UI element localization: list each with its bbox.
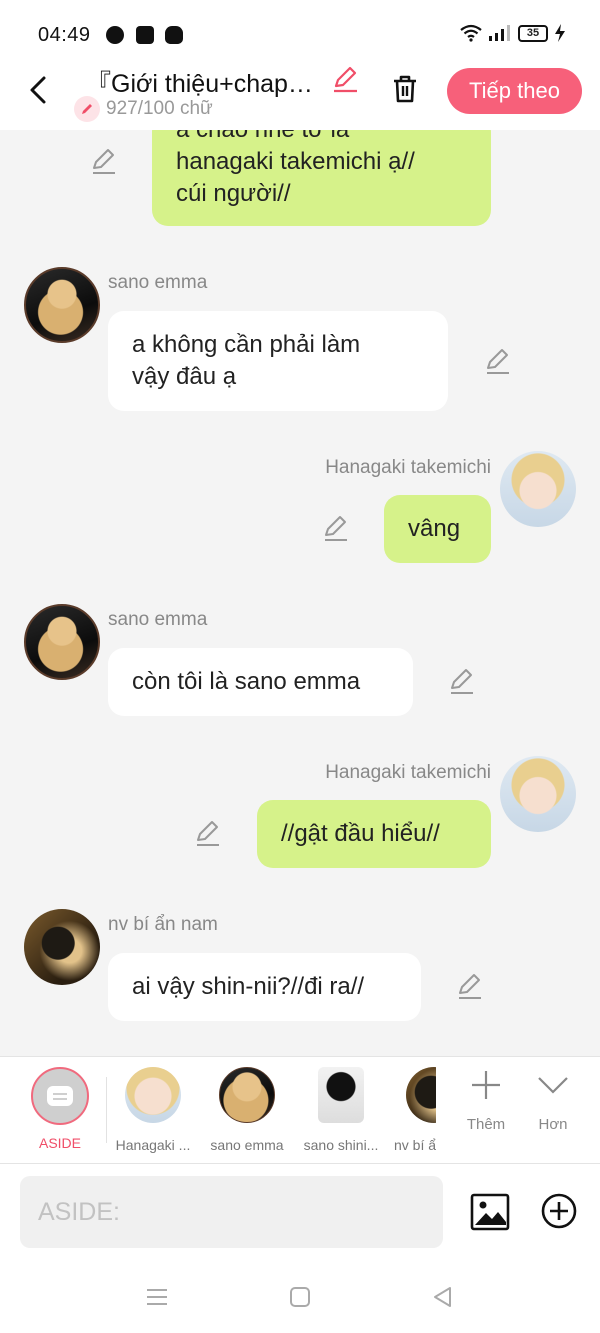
message-line: vâng [408, 515, 461, 542]
avatar-sano-emma[interactable] [24, 267, 100, 343]
divider [106, 1077, 107, 1143]
chevron-down-icon [538, 1077, 568, 1094]
signal-icon [489, 25, 510, 41]
add-circle-icon[interactable] [540, 1192, 578, 1230]
next-button[interactable]: Tiếp theo [447, 68, 582, 114]
avatar-sano-emma [219, 1067, 275, 1123]
avatar-nv-bi-an-nam[interactable] [24, 909, 100, 985]
edit-message-icon[interactable] [90, 148, 118, 176]
status-bar: 04:49 35 [0, 0, 600, 64]
message-line: //gật đầu hiểu// [281, 820, 440, 847]
sender-name: nv bí ẩn nam [108, 914, 218, 935]
aside-icon [31, 1067, 89, 1125]
sender-name: sano emma [108, 272, 208, 293]
message-line: ai vậy shin-nii?//đi ra// [132, 973, 365, 1000]
word-count-row: 927/100 chữ [74, 96, 213, 122]
trash-icon[interactable] [388, 72, 422, 106]
character-bar: ASIDE Hanagaki ... sano emma sano shini.… [0, 1056, 600, 1164]
status-right: 35 [460, 24, 566, 42]
pencil-icon [74, 96, 100, 122]
message-line: a chào nhé tớ là [176, 130, 467, 146]
chat-area[interactable]: a chào nhé tớ là hanagaki takemichi ạ// … [0, 130, 600, 1056]
wifi-icon [460, 24, 482, 42]
edit-message-icon[interactable] [456, 973, 484, 1001]
avatar-sano-emma[interactable] [24, 604, 100, 680]
add-character-button[interactable]: Thêm [456, 1067, 516, 1133]
spotify-icon [106, 26, 124, 44]
character-label: Hanagaki ... [115, 1137, 191, 1153]
add-label: Thêm [466, 1116, 506, 1133]
plus-icon [472, 1071, 500, 1099]
message-line: vậy đâu ạ [132, 363, 237, 390]
system-nav-bar [0, 1264, 600, 1333]
more-button[interactable]: Hơn [523, 1067, 583, 1133]
character-hanagaki[interactable]: Hanagaki ... [108, 1067, 198, 1153]
back-arrow-icon[interactable] [24, 72, 54, 108]
character-aside[interactable]: ASIDE [15, 1067, 105, 1151]
avatar-sano-shinichiro [318, 1067, 364, 1123]
sender-name: Hanagaki takemichi [325, 762, 491, 783]
sender-name: sano emma [108, 609, 208, 630]
video-app-icon [136, 26, 154, 44]
character-label: sano shini... [303, 1137, 379, 1153]
chapter-title[interactable]: 『Giới thiệu+chap 1』 [86, 64, 318, 100]
editor-header: 『Giới thiệu+chap 1』 927/100 chữ Tiếp the… [0, 64, 600, 130]
edit-message-icon[interactable] [322, 515, 350, 543]
character-sano-emma[interactable]: sano emma [202, 1067, 292, 1153]
ghost-app-icon [165, 26, 183, 44]
battery-icon: 35 [518, 24, 548, 42]
menu-icon[interactable] [144, 1284, 170, 1310]
input-row [0, 1164, 600, 1264]
character-nv-bi-an[interactable]: nv bí ẩ [390, 1067, 436, 1153]
message-bubble[interactable]: còn tôi là sano emma [108, 648, 413, 716]
edit-message-icon[interactable] [484, 348, 512, 376]
back-triangle-icon[interactable] [430, 1284, 456, 1310]
status-time: 04:49 [38, 24, 91, 46]
more-label: Hơn [538, 1116, 568, 1133]
image-icon[interactable] [470, 1192, 510, 1232]
message-bubble[interactable]: //gật đầu hiểu// [257, 800, 491, 868]
avatar-hanagaki[interactable] [500, 451, 576, 527]
charging-icon [555, 24, 565, 42]
message-bubble[interactable]: a không cần phải làm vậy đâu ạ [108, 311, 448, 411]
edit-message-icon[interactable] [448, 668, 476, 696]
message-line: hanagaki takemichi ạ// [176, 148, 415, 175]
message-bubble[interactable]: a chào nhé tớ là hanagaki takemichi ạ// … [152, 130, 491, 226]
message-input[interactable] [20, 1176, 443, 1248]
message-bubble[interactable]: vâng [384, 495, 491, 563]
character-label: sano emma [210, 1137, 284, 1153]
character-sano-shinichiro[interactable]: sano shini... [296, 1067, 386, 1153]
character-label: ASIDE [38, 1135, 81, 1151]
edit-message-icon[interactable] [194, 820, 222, 848]
message-line: còn tôi là sano emma [132, 668, 361, 695]
sender-name: Hanagaki takemichi [325, 457, 491, 478]
avatar-nv-bi-an-nam [406, 1067, 436, 1123]
message-line: a không cần phải làm [132, 331, 361, 358]
avatar-hanagaki [125, 1067, 181, 1123]
home-icon[interactable] [287, 1284, 313, 1310]
word-count: 927/100 chữ [106, 98, 213, 119]
character-label: nv bí ẩ [394, 1137, 436, 1153]
message-bubble[interactable]: ai vậy shin-nii?//đi ra// [108, 953, 421, 1021]
edit-title-icon[interactable] [330, 64, 360, 94]
avatar-hanagaki[interactable] [500, 756, 576, 832]
message-line: cúi người// [176, 180, 291, 207]
